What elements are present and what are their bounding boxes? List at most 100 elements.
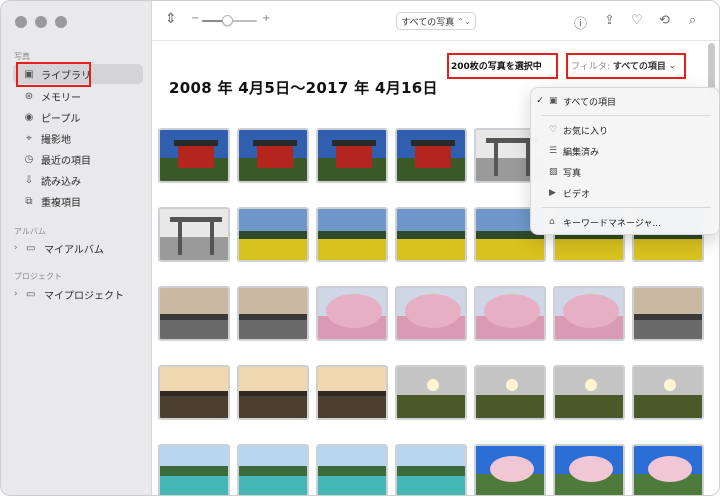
photo-thumbnail[interactable] bbox=[158, 207, 230, 262]
recents-icon: ◷ bbox=[24, 153, 34, 165]
close-window-button[interactable] bbox=[15, 16, 27, 28]
photo-thumbnail[interactable] bbox=[632, 365, 704, 420]
places-icon: ⌖ bbox=[26, 132, 32, 144]
video-icon: ▶ bbox=[549, 188, 556, 198]
photo-thumbnail[interactable] bbox=[237, 444, 309, 495]
photo-thumbnail[interactable] bbox=[158, 365, 230, 420]
photo-thumbnail[interactable] bbox=[395, 365, 467, 420]
photo-thumbnail[interactable] bbox=[395, 207, 467, 262]
photo-icon: ▨ bbox=[549, 167, 558, 177]
zoom-window-button[interactable] bbox=[55, 16, 67, 28]
photo-thumbnail[interactable] bbox=[237, 365, 309, 420]
sidebar-item-label: 撮影地 bbox=[41, 134, 71, 146]
sidebar-item-my-albums[interactable]: › ▭ マイアルバム bbox=[14, 238, 144, 258]
duplicates-icon: ⧉ bbox=[25, 195, 33, 207]
menu-item-label: 写真 bbox=[563, 168, 582, 179]
sidebar-item-label: メモリー bbox=[41, 92, 81, 104]
menu-item-videos[interactable]: ▶ ビデオ bbox=[531, 184, 719, 202]
highlight-box-filter bbox=[566, 53, 686, 79]
sliders-icon: ☰ bbox=[549, 146, 558, 156]
folder-icon: ▭ bbox=[26, 242, 36, 254]
photo-thumbnail[interactable] bbox=[632, 286, 704, 341]
page-title-date-range: 2008 年 4月5日〜2017 年 4月16日 bbox=[169, 79, 438, 97]
up-down-chevron-icon: ⌃⌄ bbox=[457, 16, 471, 26]
highlight-box-selected-count bbox=[447, 53, 558, 79]
toolbar: ⇕ − + すべての写真 ⌃⌄ ⓘ ⇪ ♡ ⟲ ⌕ bbox=[152, 1, 719, 41]
chevron-right-icon[interactable]: › bbox=[14, 289, 26, 299]
photos-window: 写真 ▣ ライブラリ ⊛ メモリー ◉ ピープル ⌖ 撮影地 ◷ 最近の項目 ⇩… bbox=[0, 0, 720, 496]
sidebar-item-places[interactable]: ⌖ 撮影地 bbox=[13, 128, 143, 148]
sidebar-item-label: マイアルバム bbox=[44, 244, 104, 256]
share-icon[interactable]: ⇪ bbox=[604, 13, 615, 28]
photo-thumbnail[interactable] bbox=[553, 286, 625, 341]
photo-thumbnail[interactable] bbox=[395, 286, 467, 341]
highlight-box-library bbox=[16, 62, 91, 87]
favorite-heart-icon[interactable]: ♡ bbox=[631, 13, 643, 28]
menu-item-edited[interactable]: ☰ 編集済み bbox=[531, 142, 719, 160]
photo-thumbnail[interactable] bbox=[237, 207, 309, 262]
photo-thumbnail[interactable] bbox=[474, 444, 546, 495]
info-icon[interactable]: ⓘ bbox=[574, 13, 587, 32]
photo-thumbnail[interactable] bbox=[316, 128, 388, 183]
menu-item-label: 編集済み bbox=[563, 147, 600, 158]
imports-icon: ⇩ bbox=[24, 174, 34, 186]
section-label-photos: 写真 bbox=[14, 52, 30, 61]
menu-item-photos[interactable]: ▨ 写真 bbox=[531, 163, 719, 181]
rotate-icon[interactable]: ⟲ bbox=[659, 13, 670, 28]
menu-item-label: お気に入り bbox=[563, 126, 609, 137]
menu-item-label: すべての項目 bbox=[563, 97, 617, 108]
view-select[interactable]: すべての写真 ⌃⌄ bbox=[396, 12, 476, 30]
sidebar-item-label: 重複項目 bbox=[41, 197, 81, 209]
checkmark-icon: ✓ bbox=[536, 96, 544, 106]
menu-item-favorites[interactable]: ♡ お気に入り bbox=[531, 121, 719, 139]
photo-thumbnail[interactable] bbox=[316, 444, 388, 495]
zoom-slider[interactable]: − + bbox=[191, 13, 271, 27]
folder-icon: ▭ bbox=[26, 288, 36, 300]
sidebar: 写真 ▣ ライブラリ ⊛ メモリー ◉ ピープル ⌖ 撮影地 ◷ 最近の項目 ⇩… bbox=[1, 1, 152, 495]
sidebar-item-label: 読み込み bbox=[41, 176, 81, 188]
minimize-window-button[interactable] bbox=[35, 16, 47, 28]
section-label-albums: アルバム bbox=[14, 227, 46, 236]
sidebar-item-label: ピープル bbox=[41, 113, 81, 125]
photo-thumbnail[interactable] bbox=[632, 444, 704, 495]
menu-item-label: キーワードマネージャ... bbox=[563, 218, 661, 229]
sidebar-item-recents[interactable]: ◷ 最近の項目 bbox=[13, 149, 143, 169]
photo-thumbnail[interactable] bbox=[316, 207, 388, 262]
view-select-value: すべての写真 bbox=[401, 17, 455, 28]
photo-thumbnail[interactable] bbox=[316, 365, 388, 420]
photo-thumbnail[interactable] bbox=[553, 365, 625, 420]
tag-icon: ⌂ bbox=[549, 217, 555, 227]
photo-thumbnail[interactable] bbox=[395, 444, 467, 495]
zoom-out-icon: − bbox=[191, 13, 200, 24]
zoom-knob[interactable] bbox=[221, 15, 233, 26]
people-icon: ◉ bbox=[24, 111, 34, 123]
memories-icon: ⊛ bbox=[24, 90, 34, 102]
heart-icon: ♡ bbox=[549, 125, 558, 135]
photo-thumbnail[interactable] bbox=[395, 128, 467, 183]
photo-thumbnail[interactable] bbox=[316, 286, 388, 341]
photos-stack-icon: ▣ bbox=[549, 96, 558, 106]
sidebar-item-duplicates[interactable]: ⧉ 重複項目 bbox=[13, 191, 143, 211]
sidebar-item-people[interactable]: ◉ ピープル bbox=[13, 107, 143, 127]
section-label-projects: プロジェクト bbox=[14, 272, 62, 281]
photo-thumbnail[interactable] bbox=[237, 128, 309, 183]
photo-thumbnail[interactable] bbox=[474, 365, 546, 420]
sidebar-item-memories[interactable]: ⊛ メモリー bbox=[13, 86, 143, 106]
menu-item-keyword-manager[interactable]: ⌂ キーワードマネージャ... bbox=[531, 213, 719, 231]
zoom-in-icon: + bbox=[262, 13, 271, 24]
menu-separator bbox=[541, 207, 711, 208]
photo-thumbnail[interactable] bbox=[158, 128, 230, 183]
aspect-toggle-icon[interactable]: ⇕ bbox=[165, 11, 177, 27]
photo-thumbnail[interactable] bbox=[237, 286, 309, 341]
search-icon[interactable]: ⌕ bbox=[689, 13, 696, 28]
photo-thumbnail[interactable] bbox=[474, 286, 546, 341]
chevron-right-icon[interactable]: › bbox=[14, 243, 26, 253]
photo-thumbnail[interactable] bbox=[553, 444, 625, 495]
photo-thumbnail[interactable] bbox=[158, 286, 230, 341]
sidebar-item-my-projects[interactable]: › ▭ マイプロジェクト bbox=[14, 284, 144, 304]
menu-item-all[interactable]: ✓ ▣ すべての項目 bbox=[531, 92, 719, 110]
menu-separator bbox=[541, 115, 711, 116]
sidebar-item-imports[interactable]: ⇩ 読み込み bbox=[13, 170, 143, 190]
sidebar-item-label: 最近の項目 bbox=[41, 155, 91, 167]
photo-thumbnail[interactable] bbox=[158, 444, 230, 495]
